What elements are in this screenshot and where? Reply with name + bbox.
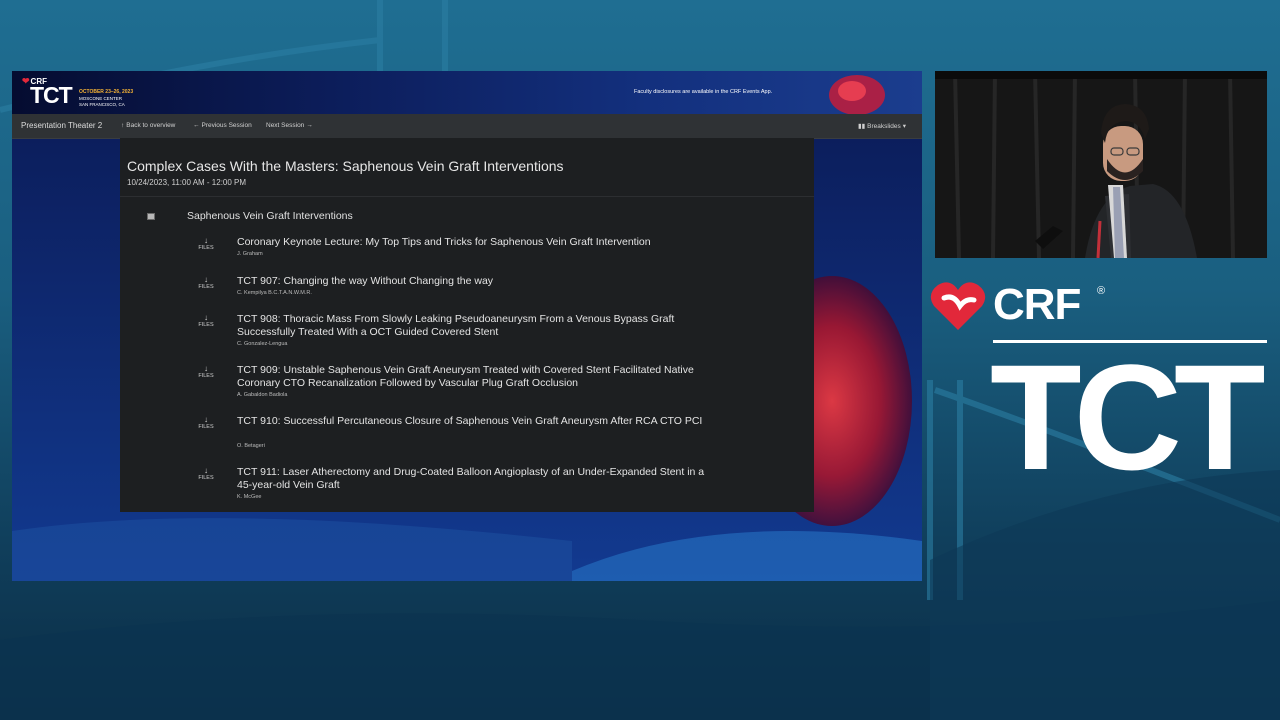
session-time: 10/24/2023, 11:00 AM - 12:00 PM — [127, 178, 247, 187]
banner-tct-text: TCT — [30, 82, 73, 108]
group-title: Saphenous Vein Graft Interventions — [187, 210, 353, 222]
talk-title[interactable]: Coronary Keynote Lecture: My Top Tips an… — [237, 236, 707, 249]
caret-down-icon: ▾ — [902, 123, 907, 130]
download-arrow-icon: ↓ — [204, 313, 208, 322]
talk-title[interactable]: TCT 911: Laser Atherectomy and Drug-Coat… — [237, 466, 707, 492]
logo-crf-text: CRF — [993, 280, 1081, 329]
talk-speaker: O. Betageri — [237, 443, 265, 449]
talk-speaker: K. McGee — [237, 494, 262, 500]
event-venue: MOSCONE CENTER SAN FRANCISCO, CA — [79, 96, 125, 107]
session-title: Complex Cases With the Masters: Saphenou… — [127, 158, 564, 174]
talk-title[interactable]: TCT 908: Thoracic Mass From Slowly Leaki… — [237, 313, 707, 339]
download-arrow-icon: ↓ — [204, 466, 208, 475]
talk-speaker: C. Gonzalez-Lengua — [237, 341, 288, 347]
download-arrow-icon: ↓ — [204, 415, 208, 424]
columns-icon: ▮▮ — [858, 123, 866, 130]
heart-graphic — [829, 75, 885, 114]
logo-tct-text: TCT — [990, 333, 1266, 501]
disclosure-notice: Faculty disclosures are available in the… — [634, 89, 773, 95]
event-banner: ❤CRF TCT OCTOBER 23–26, 2023 MOSCONE CEN… — [12, 71, 922, 114]
presenter-camera-feed — [935, 71, 1267, 258]
next-session-link[interactable]: Next Session → — [266, 122, 315, 129]
arrow-left-icon: ← — [193, 122, 200, 129]
files-download-button[interactable]: ↓ FILES — [196, 275, 216, 291]
talk-speaker: J. Graham — [237, 251, 263, 257]
download-arrow-icon: ↓ — [204, 236, 208, 245]
presentation-screen: ❤CRF TCT OCTOBER 23–26, 2023 MOSCONE CEN… — [12, 71, 922, 581]
breakslides-dropdown[interactable]: ▮▮ Breakslides ▾ — [858, 122, 906, 130]
files-download-button[interactable]: ↓ FILES — [196, 466, 216, 482]
event-dates: OCTOBER 23–26, 2023 — [79, 89, 134, 95]
files-download-button[interactable]: ↓ FILES — [196, 313, 216, 329]
arrow-up-icon: ↑ — [121, 122, 125, 129]
previous-session-link[interactable]: ← Previous Session — [193, 122, 252, 129]
talk-title[interactable]: TCT 910: Successful Percutaneous Closure… — [237, 415, 707, 428]
divider — [120, 196, 814, 197]
talk-speaker: A. Gabaldon Badiola — [237, 392, 288, 398]
session-navbar: Presentation Theater 2 ↑ Back to overview… — [12, 114, 922, 139]
crf-heart-icon: ❤ — [22, 76, 30, 86]
files-download-button[interactable]: ↓ FILES — [196, 415, 216, 431]
back-to-overview-link[interactable]: ↑ Back to overview — [121, 122, 175, 129]
logo-registered-mark: ® — [1097, 285, 1106, 297]
arrow-right-icon: → — [306, 122, 313, 129]
files-download-button[interactable]: ↓ FILES — [196, 364, 216, 380]
talk-speaker: C. Kempilya B.C.T.A.N.W.M.R. — [237, 290, 312, 296]
collapse-square-icon[interactable] — [147, 213, 155, 220]
tct-event-logo: ❤CRF TCT OCTOBER 23–26, 2023 MOSCONE CEN… — [20, 76, 150, 110]
talk-title[interactable]: TCT 909: Unstable Saphenous Vein Graft A… — [237, 364, 707, 390]
theater-name[interactable]: Presentation Theater 2 — [21, 121, 102, 130]
download-arrow-icon: ↓ — [204, 364, 208, 373]
talk-title[interactable]: TCT 907: Changing the way Without Changi… — [237, 275, 707, 288]
files-download-button[interactable]: ↓ FILES — [196, 236, 216, 252]
crf-heart-logo-icon — [930, 282, 986, 330]
download-arrow-icon: ↓ — [204, 275, 208, 284]
session-panel: Complex Cases With the Masters: Saphenou… — [120, 138, 814, 512]
